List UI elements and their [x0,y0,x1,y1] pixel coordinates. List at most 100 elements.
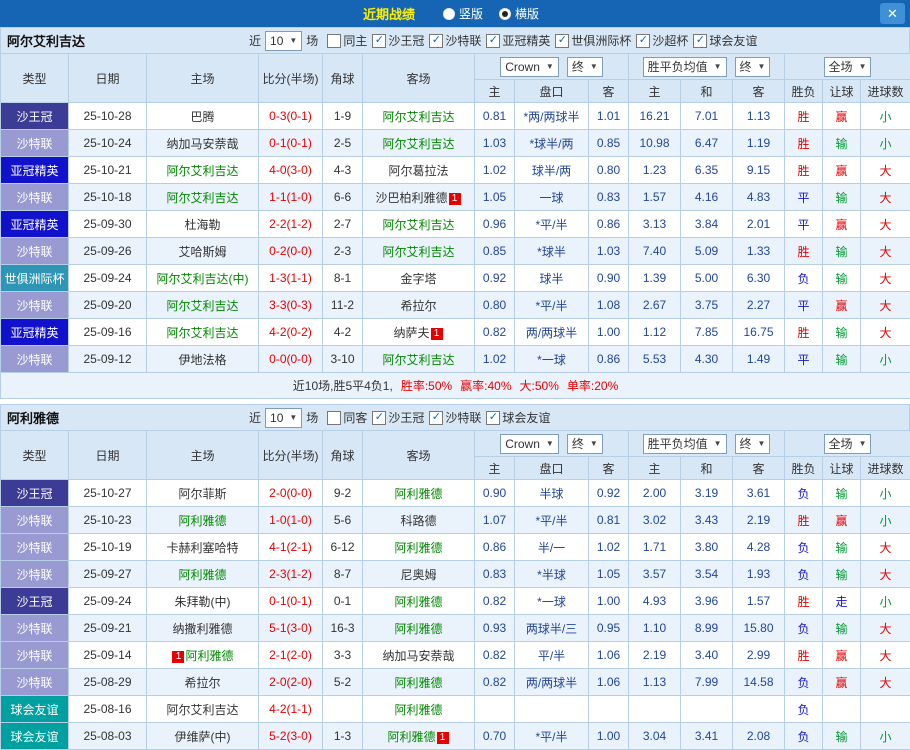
checkbox-icon[interactable]: ✓ [372,33,387,48]
scope-select[interactable]: 全场 ▼ [823,433,872,454]
eu-away-odds: 2.08 [731,722,786,750]
away-team-link[interactable]: 尼奥姆 [400,568,436,582]
match-row: 亚冠精英 25-09-30 杜海勒 2-2(1-2) 2-7 阿尔艾利吉达 0.96 *平/半… [0,210,910,238]
odds-time-select[interactable]: 终 ▼ [566,56,603,77]
home-team-link[interactable]: 朱拜勒(中) [175,595,231,609]
home-team-link[interactable]: 阿利雅德 [185,649,233,663]
filter-沙特联[interactable]: ✓ 沙特联 [429,409,481,426]
away-team-link[interactable]: 阿尔艾利吉达 [382,353,454,367]
odds-company-select[interactable]: Crown ▼ [500,433,559,454]
filter-沙特联[interactable]: ✓ 沙特联 [429,32,481,49]
eu-draw-odds: 8.99 [680,614,733,642]
away-team-link[interactable]: 阿利雅德 [394,622,442,636]
away-team-link[interactable]: 纳加马安萘哉 [382,649,454,663]
result-wdl: 负 [784,668,824,696]
result-goals: 大 [860,156,910,184]
home-team-link[interactable]: 阿利雅德 [178,514,226,528]
home-team-link[interactable]: 杜海勒 [184,218,220,232]
ah-away-odds: 1.08 [588,291,629,319]
euro-odds-select[interactable]: 胜平负均值 ▼ [642,433,727,454]
away-team-link[interactable]: 希拉尔 [400,299,436,313]
scope-select[interactable]: 全场 ▼ [823,56,872,77]
ah-home-odds: 0.93 [474,614,515,642]
result-goals: 大 [860,183,910,211]
match-count-select[interactable]: 10 ▼ [265,30,303,51]
checkbox-icon[interactable]: ✓ [555,33,570,48]
scope-header: 全场 ▼ [784,430,910,457]
away-team-link[interactable]: 科路德 [400,514,436,528]
away-team-link[interactable]: 阿利雅德 [394,541,442,555]
away-team-link[interactable]: 金字塔 [400,272,436,286]
col-result: 胜负 [784,79,824,103]
checkbox-icon[interactable]: ✓ [429,410,444,425]
checkbox-icon[interactable]: ✓ [429,33,444,48]
filter-亚冠精英[interactable]: ✓ 亚冠精英 [486,32,550,49]
home-team-link[interactable]: 阿尔艾利吉达 [166,326,238,340]
filter-沙超杯[interactable]: ✓ 沙超杯 [636,32,688,49]
filter-沙王冠[interactable]: ✓ 沙王冠 [372,32,424,49]
away-team-link[interactable]: 阿利雅德 [394,487,442,501]
home-team-link[interactable]: 巴腾 [190,110,214,124]
checkbox-icon[interactable] [327,33,342,48]
away-team-link[interactable]: 阿利雅德 [394,703,442,717]
home-team-link[interactable]: 纳加马安萘哉 [166,137,238,151]
layout-radio-vertical[interactable]: 竖版 [442,5,483,22]
filter-世俱洲际杯[interactable]: ✓ 世俱洲际杯 [555,32,631,49]
away-team-link[interactable]: 阿尔葛拉法 [388,164,448,178]
filter-球会友谊[interactable]: ✓ 球会友谊 [486,409,550,426]
ah-away-odds: 1.02 [588,533,629,561]
filter-同客[interactable]: 同客 [327,409,367,426]
select-value: 全场 [828,437,853,451]
col-goals: 进球数 [860,79,910,103]
radio-icon[interactable] [442,7,455,20]
checkbox-icon[interactable]: ✓ [636,33,651,48]
home-team-link[interactable]: 卡赫利塞哈特 [166,541,238,555]
filter-label: 世俱洲际杯 [571,34,632,48]
match-row: 沙王冠 25-10-28 巴腾 0-3(0-1) 1-9 阿尔艾利吉达 0.81 *两/两球半… [0,102,910,130]
ah-home-odds: 1.02 [474,156,515,184]
home-team-link[interactable]: 阿尔菲斯 [178,487,226,501]
away-team-link[interactable]: 沙巴柏利雅德 [375,191,447,205]
filter-同主[interactable]: 同主 [327,32,367,49]
checkbox-icon[interactable]: ✓ [486,410,501,425]
chevron-down-icon: ▼ [545,439,554,448]
close-button[interactable]: ✕ [880,3,905,24]
away-team-link[interactable]: 阿尔艾利吉达 [382,137,454,151]
home-team-link[interactable]: 阿尔艾利吉达 [166,191,238,205]
home-team-link[interactable]: 纳撒利雅德 [172,622,232,636]
away-team-link[interactable]: 阿利雅德 [394,595,442,609]
radio-selected-icon[interactable] [499,7,511,20]
euro-time-select[interactable]: 终 ▼ [734,56,771,77]
home-team-link[interactable]: 伊维萨(中) [175,730,231,744]
away-team-link[interactable]: 阿尔艾利吉达 [382,218,454,232]
home-team-link[interactable]: 阿尔艾利吉达 [166,164,238,178]
match-row: 沙特联 25-09-12 伊地法格 0-0(0-0) 3-10 阿尔艾利吉达 1.02 *一球… [0,345,910,373]
filter-沙王冠[interactable]: ✓ 沙王冠 [372,409,424,426]
home-team-link[interactable]: 希拉尔 [184,676,220,690]
layout-radio-horizontal[interactable]: 横版 [499,5,539,22]
away-team-link[interactable]: 阿利雅德 [387,730,435,744]
odds-company-select[interactable]: Crown ▼ [500,56,559,77]
away-team-link[interactable]: 阿利雅德 [394,676,442,690]
odds-time-select[interactable]: 终 ▼ [566,433,603,454]
away-team-link[interactable]: 阿尔艾利吉达 [382,110,454,124]
away-team-link[interactable]: 阿尔艾利吉达 [382,245,454,259]
euro-time-select[interactable]: 终 ▼ [734,433,771,454]
home-team-link[interactable]: 伊地法格 [178,353,226,367]
away-team-link[interactable]: 纳萨夫 [393,326,429,340]
checkbox-icon[interactable] [327,410,342,425]
col-ah-line: 盘口 [514,456,589,480]
home-team-link[interactable]: 阿尔艾利吉达 [166,299,238,313]
checkbox-icon[interactable]: ✓ [486,33,501,48]
home-team-link[interactable]: 阿利雅德 [178,568,226,582]
eu-draw-odds: 3.43 [680,506,733,534]
home-team-link[interactable]: 阿尔艾利吉达 [166,703,238,717]
result-goals: 小 [860,479,910,507]
match-count-select[interactable]: 10 ▼ [265,407,303,428]
filter-球会友谊[interactable]: ✓ 球会友谊 [693,32,757,49]
euro-odds-select[interactable]: 胜平负均值 ▼ [642,56,727,77]
checkbox-icon[interactable]: ✓ [693,33,708,48]
home-team-link[interactable]: 艾哈斯姆 [178,245,226,259]
checkbox-icon[interactable]: ✓ [372,410,387,425]
home-team-link[interactable]: 阿尔艾利吉达(中) [157,272,249,286]
